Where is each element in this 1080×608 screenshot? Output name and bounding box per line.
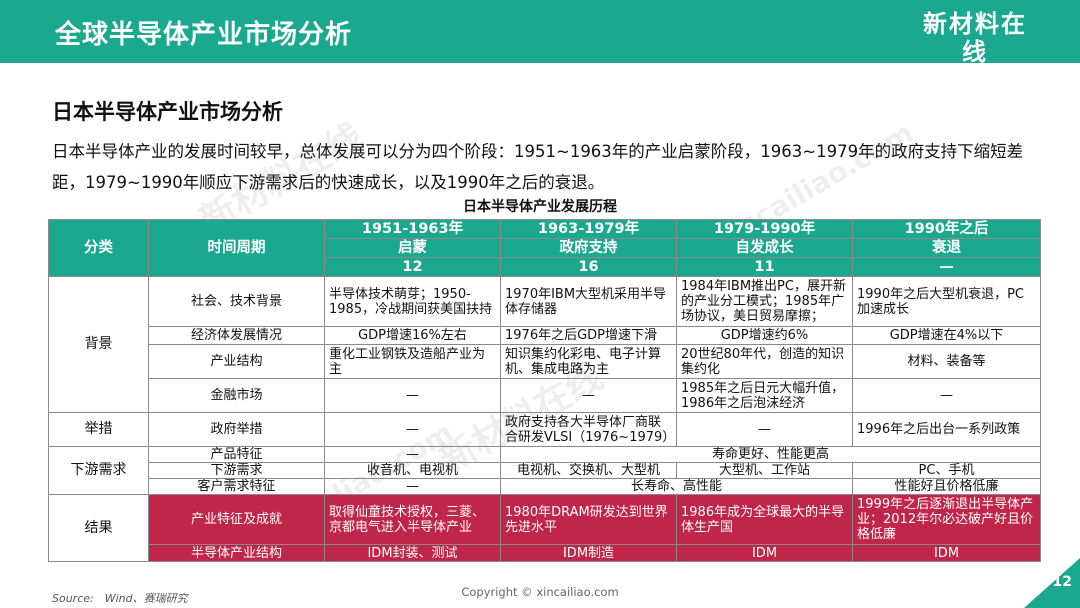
table-cell: 大型机、工作站	[676, 462, 853, 479]
japan-semiconductor-history-table: 分类 时间周期 1951-1963年 1963-1979年 1979-1990年…	[48, 219, 1041, 562]
table-cell: 知识集约化彩电、电子计算机、集成电路为主	[500, 344, 677, 379]
stage-duration: 16	[500, 257, 677, 277]
brand-logo[interactable]: 新材料在线 xincailiao.com	[914, 10, 1036, 80]
stage-years: 1979-1990年	[676, 219, 853, 239]
table-cell: 寿命更好、性能更高	[500, 446, 1041, 463]
table-row: 下游需求 产品特征 — 寿命更好、性能更高	[48, 446, 1041, 495]
table-cell: PC、手机	[852, 462, 1041, 479]
table-cell: IDM	[676, 544, 853, 562]
table-cell: 1996年之后出台一系列政策	[852, 412, 1041, 447]
table-cell: 1970年IBM大型机采用半导体存储器	[500, 276, 677, 327]
category-cell: 背景	[48, 276, 149, 413]
table-cell: 性能好且价格低廉	[852, 478, 1041, 495]
table-caption: 日本半导体产业发展历程	[463, 199, 617, 215]
table-row: 下游需求 收音机、电视机 电视机、交换机、大型机 大型机、工作站 PC、手机	[49, 462, 1041, 479]
table-cell: GDP增速在4%以下	[852, 326, 1041, 345]
table-row: 经济体发展情况 GDP增速16%左右 1976年之后GDP增速下滑 GDP增速约…	[49, 326, 1041, 345]
table-cell: 1990年之后大型机衰退，PC加速成长	[852, 276, 1041, 327]
table-cell: 取得仙童技术授权，三菱、京都电气进入半导体产业	[324, 494, 501, 545]
table-cell: 1999年之后逐渐退出半导体产业；2012年尔必达破产好且价格低廉	[852, 494, 1041, 545]
table-cell: 1986年成为全球最大的半导体生产国	[676, 494, 853, 545]
table-row: 半导体产业结构 IDM封装、测试 IDM制造 IDM IDM	[49, 544, 1041, 562]
table-cell: GDP增速约6%	[676, 326, 853, 345]
section-title: 日本半导体产业市场分析	[52, 100, 283, 124]
copyright-text: Copyright © xincailiao.com	[461, 585, 619, 599]
table-cell: 长寿命、高性能	[500, 478, 853, 495]
table-cell: 1984年IBM推出PC，展开新的产业分工模式；1985年广场协议，美日贸易摩擦…	[676, 276, 853, 327]
table-cell: —	[324, 478, 501, 495]
table-cell: —	[676, 412, 853, 447]
table-row: 客户需求特征 — 长寿命、高性能 性能好且价格低廉	[49, 478, 1041, 495]
row-label: 政府举措	[148, 412, 325, 447]
stage-duration: 12	[324, 257, 501, 277]
row-label: 产品特征	[148, 446, 325, 463]
table-cell: IDM封装、测试	[324, 544, 501, 562]
table-cell: 材料、装备等	[852, 344, 1041, 379]
category-cell: 举措	[48, 412, 149, 447]
table-cell: —	[500, 378, 677, 413]
row-label: 下游需求	[148, 462, 325, 479]
table-row: 产业结构 重化工业钢铁及造船产业为主 知识集约化彩电、电子计算机、集成电路为主 …	[49, 344, 1041, 379]
stage-duration: —	[852, 257, 1041, 277]
row-label: 社会、技术背景	[148, 276, 325, 327]
stage-years: 1990年之后	[852, 219, 1041, 239]
logo-text-en: xincailiao.com	[924, 65, 1026, 80]
table-cell: IDM	[852, 544, 1041, 562]
table-row: 举措 政府举措 — 政府支持各大半导体厂商联合研发VLSI（1976~1979）…	[48, 412, 1041, 447]
table-cell: 20世纪80年代，创造的知识集约化	[676, 344, 853, 379]
stage-name: 政府支持	[500, 238, 677, 258]
intro-paragraph: 日本半导体产业的发展时间较早，总体发展可以分为四个阶段：1951~1963年的产…	[52, 142, 1024, 192]
table-cell: 政府支持各大半导体厂商联合研发VLSI（1976~1979）	[500, 412, 677, 447]
stage-years: 1963-1979年	[500, 219, 677, 239]
stage-name: 自发成长	[676, 238, 853, 258]
table-cell: 半导体技术萌芽；1950-1985，冷战期间获美国扶持	[324, 276, 501, 327]
table-cell: —	[852, 378, 1041, 413]
table-cell: IDM制造	[500, 544, 677, 562]
table-row: 金融市场 — — 1985年之后日元大幅升值，1986年之后泡沫经济 —	[49, 378, 1041, 413]
header-category: 分类	[48, 219, 149, 277]
row-label: 产业结构	[148, 344, 325, 379]
header-bar: 全球半导体产业市场分析 新材料在线 xincailiao.com	[0, 0, 1080, 80]
table-cell: —	[324, 412, 501, 447]
table-row: 结果 产业特征及成就 取得仙童技术授权，三菱、京都电气进入半导体产业 1980年…	[48, 494, 1041, 562]
table-cell: 1976年之后GDP增速下滑	[500, 326, 677, 345]
row-label: 经济体发展情况	[148, 326, 325, 345]
table-cell: 1980年DRAM研发达到世界先进水平	[500, 494, 677, 545]
row-label: 客户需求特征	[148, 478, 325, 495]
table-cell: 重化工业钢铁及造船产业为主	[324, 344, 501, 379]
row-label: 金融市场	[148, 378, 325, 413]
table-cell: —	[324, 378, 501, 413]
row-label: 半导体产业结构	[148, 544, 325, 562]
category-cell: 下游需求	[48, 446, 149, 495]
stage-years: 1951-1963年	[324, 219, 501, 239]
category-cell: 结果	[48, 494, 149, 562]
stage-name: 衰退	[852, 238, 1041, 258]
page-header-title: 全球半导体产业市场分析	[55, 20, 353, 50]
table-cell: 电视机、交换机、大型机	[500, 462, 677, 479]
stage-duration: 11	[676, 257, 853, 277]
table-cell: 1985年之后日元大幅升值，1986年之后泡沫经济	[676, 378, 853, 413]
page-number: 12	[1052, 574, 1072, 590]
table-cell: GDP增速16%左右	[324, 326, 501, 345]
table-cell: 收音机、电视机	[324, 462, 501, 479]
header-period: 时间周期	[148, 219, 325, 277]
table-cell: —	[324, 446, 501, 463]
logo-text-cn: 新材料在线	[923, 10, 1027, 66]
table-row: 背景 社会、技术背景 半导体技术萌芽；1950-1985，冷战期间获美国扶持 1…	[48, 276, 1041, 413]
stage-name: 启蒙	[324, 238, 501, 258]
row-label: 产业特征及成就	[148, 494, 325, 545]
